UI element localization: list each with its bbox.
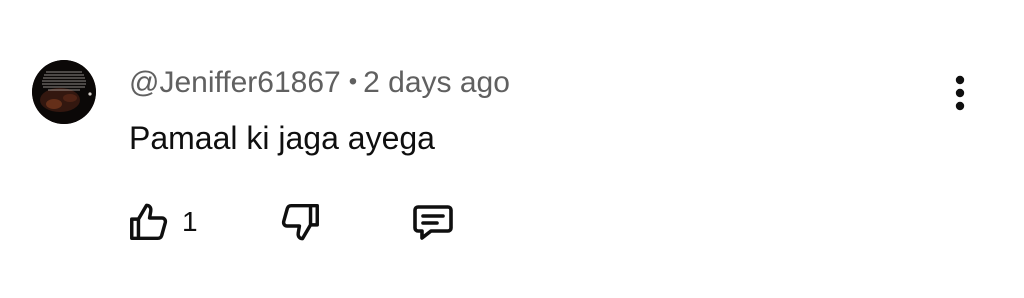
thumbs-up-icon: [130, 203, 168, 241]
comment-actions: 1: [0, 196, 1024, 248]
comment-item: @Jeniffer61867 • 2 days ago Pamaal ki jaga…: [0, 0, 1024, 298]
avatar[interactable]: [32, 60, 96, 124]
comment-text: Pamaal ki jaga ayega: [129, 120, 435, 156]
reply-comment-icon: [413, 205, 453, 240]
more-options-button[interactable]: [940, 70, 980, 116]
more-vert-icon: [955, 75, 965, 111]
avatar-image: [32, 60, 96, 124]
like-count: 1: [182, 206, 198, 237]
like-button[interactable]: 1: [126, 196, 198, 248]
comment-timestamp[interactable]: 2 days ago: [363, 66, 510, 99]
comment-meta: @Jeniffer61867 • 2 days ago: [129, 64, 510, 104]
dislike-button[interactable]: [274, 196, 326, 248]
author-name[interactable]: @Jeniffer61867: [129, 66, 341, 99]
reply-button[interactable]: [406, 196, 460, 248]
meta-separator: •: [348, 68, 358, 95]
thumbs-down-icon: [281, 203, 319, 241]
